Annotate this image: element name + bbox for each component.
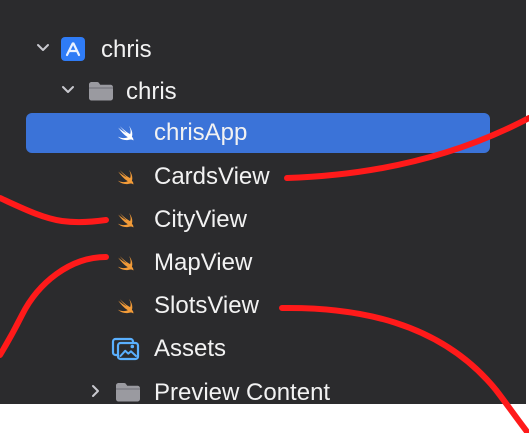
project-navigator: chris chris chrisApp CardsView CityView …: [0, 0, 526, 406]
folder-label: Preview Content: [154, 379, 331, 406]
swift-file-icon: [113, 207, 139, 233]
asset-catalog-icon: [110, 336, 142, 362]
navigator-row-slotsview[interactable]: SlotsView: [0, 286, 526, 326]
bottom-edge: [0, 404, 529, 433]
navigator-row-cityview[interactable]: CityView: [0, 200, 526, 240]
swift-file-icon: [113, 250, 139, 276]
folder-icon: [87, 80, 115, 102]
file-label: CardsView: [154, 163, 270, 190]
chevron-down-icon[interactable]: [34, 39, 52, 57]
chevron-down-icon[interactable]: [59, 81, 77, 99]
file-label: CityView: [154, 206, 247, 233]
navigator-row-group[interactable]: chris: [0, 70, 526, 110]
swift-file-icon: [113, 120, 139, 146]
file-label: MapView: [154, 249, 253, 276]
swift-file-icon: [113, 293, 139, 319]
folder-icon: [114, 381, 142, 403]
screenshot-frame: chris chris chrisApp CardsView CityView …: [0, 0, 529, 433]
group-label: chris: [126, 78, 177, 105]
file-label: SlotsView: [154, 292, 259, 319]
swift-file-icon: [113, 164, 139, 190]
xcode-project-icon: [60, 36, 86, 62]
project-label: chris: [101, 36, 152, 63]
navigator-row-assets[interactable]: Assets: [0, 329, 526, 369]
navigator-row-mapview[interactable]: MapView: [0, 243, 526, 283]
file-label: chrisApp: [154, 119, 248, 146]
navigator-row-project[interactable]: chris: [0, 28, 526, 68]
navigator-row-cardsview[interactable]: CardsView: [0, 157, 526, 197]
file-label: Assets: [154, 335, 227, 362]
chevron-right-icon[interactable]: [86, 382, 104, 400]
navigator-row-chrisapp[interactable]: chrisApp: [0, 113, 526, 153]
